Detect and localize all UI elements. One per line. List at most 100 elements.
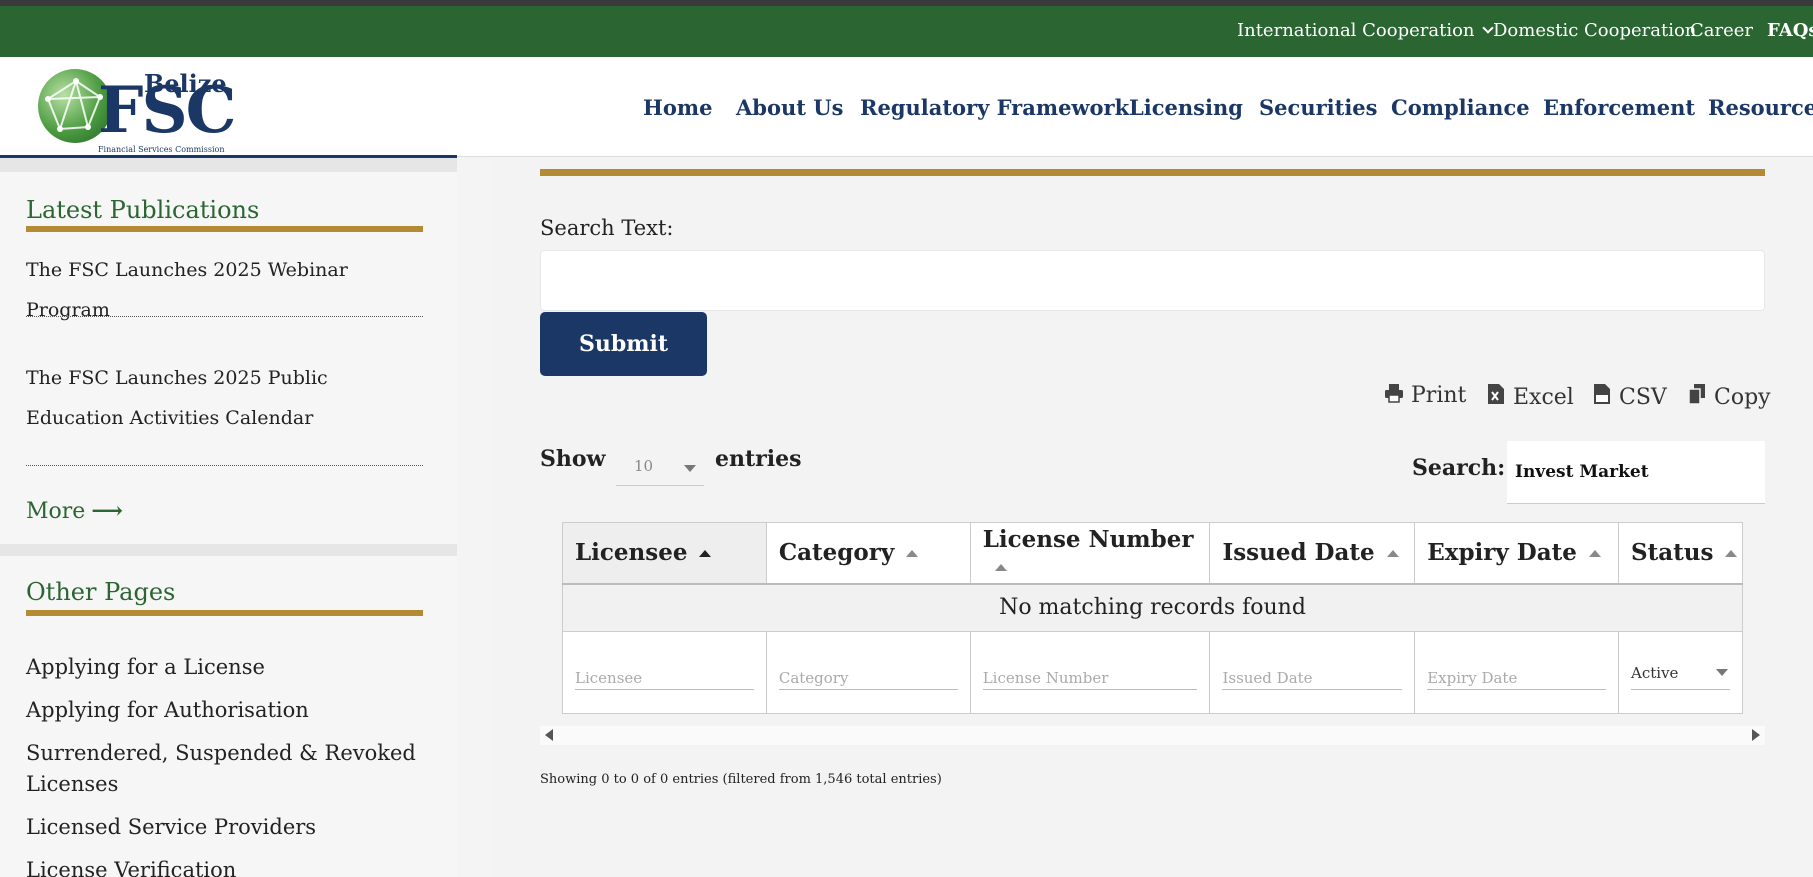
more-link[interactable]: More ⟶ bbox=[26, 498, 123, 524]
latest-publications-heading: Latest Publications bbox=[26, 196, 260, 224]
filter-status-value: Active bbox=[1631, 663, 1679, 682]
copy-icon bbox=[1688, 384, 1705, 405]
column-header-license-number[interactable]: License Number bbox=[969, 522, 1211, 585]
utility-link-international-cooperation[interactable]: International Cooperation bbox=[1237, 20, 1494, 41]
column-header-status[interactable]: Status bbox=[1618, 522, 1743, 585]
heading-underline bbox=[26, 610, 423, 616]
excel-button[interactable]: Excel bbox=[1486, 382, 1574, 410]
csv-label: CSV bbox=[1619, 385, 1667, 410]
nav-licensing[interactable]: Licensing bbox=[1129, 95, 1243, 120]
publication-link[interactable]: The FSC Launches 2025 Webinar Program bbox=[26, 250, 423, 330]
site-header: Belize FSC Financial Services Commission… bbox=[0, 57, 1813, 157]
other-pages-heading: Other Pages bbox=[26, 578, 176, 606]
no-records-message: No matching records found bbox=[562, 583, 1743, 632]
sort-up-icon bbox=[699, 550, 712, 558]
utility-link-career[interactable]: Career bbox=[1690, 20, 1753, 41]
filter-cell: Active bbox=[1618, 631, 1743, 714]
other-page-link[interactable]: Applying for a License bbox=[26, 652, 423, 683]
table-row: No matching records found bbox=[562, 583, 1743, 632]
sort-up-icon bbox=[1588, 550, 1601, 558]
utility-bar: International Cooperation Domestic Coope… bbox=[0, 6, 1813, 57]
excel-icon bbox=[1488, 384, 1504, 404]
utility-link-faqs[interactable]: FAQs bbox=[1767, 20, 1813, 41]
entries-label: entries bbox=[715, 446, 802, 472]
latest-publications-panel: Latest Publications The FSC Launches 202… bbox=[0, 172, 457, 544]
logo-subtitle: Financial Services Commission bbox=[98, 145, 225, 154]
table-info: Showing 0 to 0 of 0 entries (filtered fr… bbox=[540, 772, 942, 787]
column-header-label: Issued Date bbox=[1222, 539, 1375, 567]
scroll-left-icon[interactable] bbox=[545, 729, 553, 741]
sort-up-icon bbox=[906, 550, 919, 558]
caret-down-icon bbox=[1716, 668, 1728, 676]
nav-about-us[interactable]: About Us bbox=[736, 95, 843, 120]
nav-regulatory-framework[interactable]: Regulatory Framework bbox=[860, 95, 1129, 120]
column-header-expiry-date[interactable]: Expiry Date bbox=[1414, 522, 1620, 585]
heading-underline bbox=[26, 226, 423, 232]
submit-button[interactable]: Submit bbox=[540, 312, 707, 376]
filter-expiry-date-input[interactable]: Expiry Date bbox=[1427, 656, 1607, 690]
column-header-issued-date[interactable]: Issued Date bbox=[1209, 522, 1416, 585]
csv-icon bbox=[1594, 384, 1610, 404]
caret-down-icon bbox=[684, 465, 696, 472]
table-header-row: Licensee Category License Number Issued … bbox=[562, 522, 1743, 585]
fsc-logo[interactable]: Belize FSC Financial Services Commission bbox=[36, 65, 237, 154]
sort-up-icon bbox=[1725, 550, 1738, 558]
filter-cell: Expiry Date bbox=[1414, 631, 1620, 714]
logo-fsc-text: FSC bbox=[98, 73, 237, 148]
filter-cell: Issued Date bbox=[1209, 631, 1416, 714]
filter-license-number-input[interactable]: License Number bbox=[982, 656, 1198, 690]
entries-per-page-select[interactable]: 10 bbox=[616, 448, 704, 486]
scroll-right-icon[interactable] bbox=[1752, 729, 1760, 741]
excel-label: Excel bbox=[1513, 385, 1574, 410]
table-search-input[interactable]: Invest Market bbox=[1507, 441, 1765, 504]
sidebar: Latest Publications The FSC Launches 202… bbox=[0, 158, 457, 877]
sort-up-icon bbox=[1386, 550, 1399, 558]
content-top-rule bbox=[540, 169, 1765, 176]
table-search-label: Search: bbox=[1412, 455, 1506, 481]
nav-enforcement[interactable]: Enforcement bbox=[1543, 95, 1695, 120]
nav-home[interactable]: Home bbox=[643, 95, 712, 120]
column-header-category[interactable]: Category bbox=[765, 522, 971, 585]
chevron-down-icon bbox=[1481, 22, 1494, 34]
column-header-label: Licensee bbox=[575, 539, 688, 567]
filter-status-select[interactable]: Active bbox=[1631, 656, 1730, 690]
publication-link[interactable]: The FSC Launches 2025 Public Education A… bbox=[26, 358, 423, 438]
sort-up-icon bbox=[994, 563, 1007, 571]
more-label: More bbox=[26, 499, 86, 524]
print-label: Print bbox=[1411, 383, 1467, 408]
divider bbox=[26, 316, 423, 317]
other-page-link[interactable]: Licensed Service Providers bbox=[26, 812, 423, 843]
utility-link-label: International Cooperation bbox=[1237, 20, 1475, 41]
print-button[interactable]: Print bbox=[1384, 382, 1466, 408]
print-icon bbox=[1385, 384, 1403, 403]
column-header-label: Category bbox=[778, 539, 895, 567]
entries-per-page-value: 10 bbox=[634, 457, 654, 475]
horizontal-scrollbar[interactable] bbox=[540, 726, 1765, 745]
column-header-label: License Number bbox=[982, 525, 1194, 553]
arrow-right-icon: ⟶ bbox=[91, 498, 123, 524]
other-page-link[interactable]: Surrendered, Suspended & Revoked License… bbox=[26, 738, 423, 800]
nav-resources[interactable]: Resources bbox=[1708, 95, 1813, 120]
filter-cell: License Number bbox=[969, 631, 1211, 714]
filter-row: Licensee Category License Number Issued … bbox=[562, 631, 1743, 714]
other-pages-panel: Other Pages Applying for a License Apply… bbox=[0, 556, 457, 877]
nav-securities[interactable]: Securities bbox=[1259, 95, 1377, 120]
filter-cell: Category bbox=[765, 631, 971, 714]
column-header-label: Expiry Date bbox=[1427, 539, 1577, 567]
show-label: Show bbox=[540, 446, 606, 472]
nav-compliance[interactable]: Compliance bbox=[1391, 95, 1530, 120]
column-header-label: Status bbox=[1631, 539, 1714, 567]
utility-link-domestic-cooperation[interactable]: Domestic Cooperation bbox=[1493, 20, 1696, 41]
copy-button[interactable]: Copy bbox=[1687, 382, 1771, 410]
search-text-label: Search Text: bbox=[540, 216, 674, 240]
divider bbox=[26, 465, 423, 466]
csv-button[interactable]: CSV bbox=[1592, 382, 1667, 410]
other-page-link[interactable]: License Verification bbox=[26, 855, 423, 877]
licensees-table: Licensee Category License Number Issued … bbox=[562, 522, 1743, 714]
filter-issued-date-input[interactable]: Issued Date bbox=[1222, 656, 1403, 690]
filter-licensee-input[interactable]: Licensee bbox=[575, 656, 754, 690]
filter-category-input[interactable]: Category bbox=[778, 656, 958, 690]
search-text-input[interactable] bbox=[540, 250, 1765, 311]
other-page-link[interactable]: Applying for Authorisation bbox=[26, 695, 423, 726]
column-header-licensee[interactable]: Licensee bbox=[562, 522, 767, 585]
